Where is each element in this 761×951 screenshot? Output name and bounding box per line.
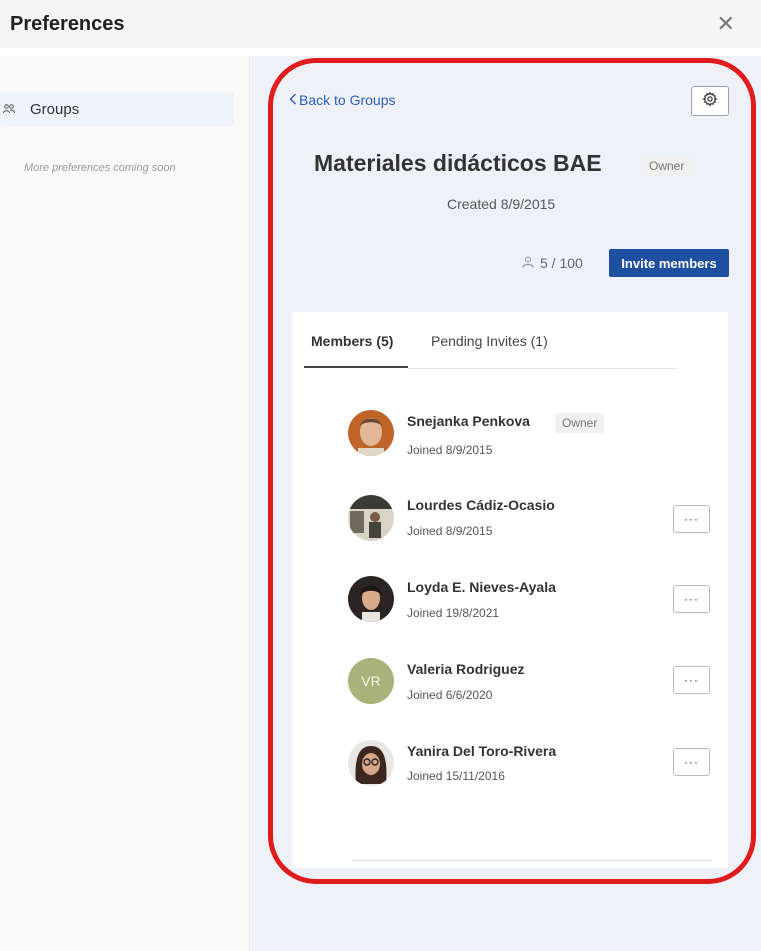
created-date: Created 8/9/2015 xyxy=(447,196,556,212)
member-name: Loyda E. Nieves-Ayala xyxy=(407,579,556,595)
sidebar-item-groups[interactable]: Groups xyxy=(0,92,234,126)
member-joined: Joined 19/8/2021 xyxy=(407,606,500,620)
member-count: 5 / 100 xyxy=(522,255,583,271)
dialog-header: Preferences ✕ xyxy=(0,0,761,48)
member-count-value: 5 / 100 xyxy=(540,255,583,271)
person-icon xyxy=(522,255,540,271)
close-button[interactable]: ✕ xyxy=(717,13,735,35)
users-icon xyxy=(0,104,18,114)
back-link-label: Back to Groups xyxy=(299,92,396,108)
member-joined: Joined 8/9/2015 xyxy=(407,524,493,538)
chevron-left-icon xyxy=(289,92,297,108)
member-actions-button[interactable]: ··· xyxy=(673,585,710,613)
role-badge: Owner xyxy=(642,156,692,176)
more-icon: ··· xyxy=(684,592,699,606)
card-divider xyxy=(352,860,712,861)
invite-members-button[interactable]: Invite members xyxy=(609,249,729,277)
sidebar-note: More preferences coming soon xyxy=(24,162,176,174)
member-joined: Joined 15/11/2016 xyxy=(407,769,505,783)
avatar: VR xyxy=(348,658,394,704)
member-name: Lourdes Cádiz-Ocasio xyxy=(407,497,555,513)
avatar xyxy=(348,740,394,786)
sidebar: Groups More preferences coming soon xyxy=(0,56,250,951)
more-icon: ··· xyxy=(684,673,699,687)
tab-divider xyxy=(408,368,678,369)
member-name: Yanira Del Toro-Rivera xyxy=(407,743,557,759)
group-settings-button[interactable] xyxy=(691,86,729,116)
avatar xyxy=(348,495,394,541)
member-actions-button[interactable]: ··· xyxy=(673,666,710,694)
avatar-initials: VR xyxy=(348,658,394,704)
avatar xyxy=(348,576,394,622)
tab-pending-invites[interactable]: Pending Invites (1) xyxy=(431,333,548,349)
tab-members[interactable]: Members (5) xyxy=(311,333,393,349)
avatar xyxy=(348,410,394,456)
member-actions-button[interactable]: ··· xyxy=(673,505,710,533)
member-joined: Joined 8/9/2015 xyxy=(407,443,493,457)
more-icon: ··· xyxy=(684,512,699,526)
member-actions-button[interactable]: ··· xyxy=(673,748,710,776)
member-name: Snejanka Penkova xyxy=(407,413,530,429)
member-role-badge: Owner xyxy=(555,413,605,433)
group-title: Materiales didácticos BAE xyxy=(314,150,602,176)
member-joined: Joined 6/6/2020 xyxy=(407,688,493,702)
dialog-title: Preferences xyxy=(10,12,125,35)
active-tab-indicator xyxy=(304,366,408,368)
member-name: Valeria Rodriguez xyxy=(407,661,525,677)
sidebar-item-label: Groups xyxy=(30,100,80,118)
back-to-groups-link[interactable]: Back to Groups xyxy=(289,92,396,108)
more-icon: ··· xyxy=(684,755,699,769)
gear-icon xyxy=(702,91,718,112)
